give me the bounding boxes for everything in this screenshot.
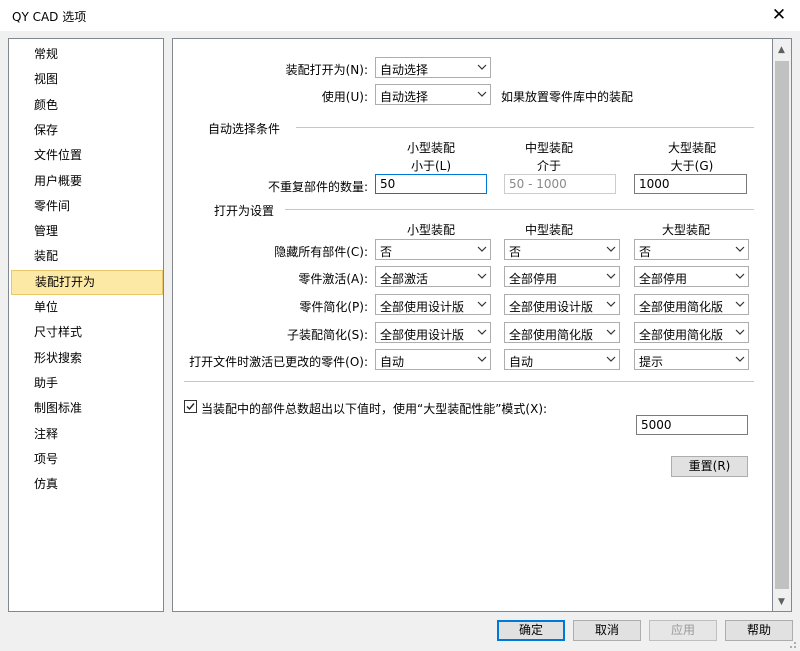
sidebar-item[interactable]: 文件位置 — [9, 143, 163, 168]
medium-range-input: 50 - 1000 — [504, 174, 616, 194]
open-header-small: 小型装配 — [406, 223, 455, 237]
use-hint: 如果放置零件库中的装配 — [501, 90, 634, 104]
scroll-up-icon[interactable]: ▲ — [773, 41, 790, 59]
check-icon — [186, 403, 195, 411]
open-setting-select[interactable]: 自动 — [504, 349, 620, 370]
sidebar-item[interactable]: 形状搜索 — [9, 346, 163, 371]
open-row-label: 零件简化(P): — [299, 300, 368, 314]
scrollbar-thumb[interactable] — [775, 61, 789, 589]
cancel-button[interactable]: 取消 — [573, 620, 641, 641]
chevron-down-icon — [606, 329, 616, 335]
chevron-down-icon — [477, 91, 487, 97]
chevron-down-icon — [477, 64, 487, 70]
use-label: 使用(U): — [321, 90, 368, 104]
sidebar-item[interactable]: 助手 — [9, 371, 163, 396]
count-label: 不重复部件的数量: — [267, 180, 368, 194]
sidebar-item[interactable]: 装配 — [9, 244, 163, 269]
chevron-down-icon — [735, 273, 745, 279]
sidebar-item[interactable]: 尺寸样式 — [9, 320, 163, 345]
chevron-down-icon — [735, 246, 745, 252]
sidebar-item[interactable]: 常规 — [9, 42, 163, 67]
open-setting-select[interactable]: 全部使用设计版 — [375, 294, 491, 315]
large-threshold-input[interactable]: 1000 — [634, 174, 747, 194]
large-mode-label: 当装配中的部件总数超出以下值时，使用“大型装配性能”模式(X): — [201, 402, 548, 416]
large-mode-checkbox[interactable] — [184, 400, 197, 413]
close-icon[interactable]: ✕ — [768, 4, 790, 26]
vertical-scrollbar[interactable]: ▲ ▼ — [773, 38, 792, 612]
open-header-medium: 中型装配 — [524, 223, 573, 237]
chevron-down-icon — [477, 301, 487, 307]
open-section-title: 打开为设置 — [214, 204, 275, 218]
open-setting-select[interactable]: 全部使用简化版 — [634, 294, 749, 315]
sidebar-item[interactable]: 保存 — [9, 118, 163, 143]
chevron-down-icon — [477, 246, 487, 252]
sidebar-item[interactable]: 装配打开为 — [11, 269, 163, 295]
resize-grip-icon[interactable] — [786, 638, 798, 650]
help-button[interactable]: 帮助 — [725, 620, 793, 641]
chevron-down-icon — [735, 301, 745, 307]
scroll-down-icon[interactable]: ▼ — [773, 593, 790, 611]
open-as-select[interactable]: 自动选择 — [375, 57, 491, 78]
sidebar-item[interactable]: 颜色 — [9, 93, 163, 118]
chevron-down-icon — [477, 329, 487, 335]
chevron-down-icon — [606, 356, 616, 362]
chevron-down-icon — [606, 246, 616, 252]
chevron-down-icon — [606, 273, 616, 279]
auto-op-large: 大于(G) — [670, 159, 714, 173]
open-row-label: 子装配简化(S): — [286, 328, 368, 342]
auto-section-title: 自动选择条件 — [208, 122, 281, 136]
open-setting-select[interactable]: 全部使用设计版 — [375, 322, 491, 343]
open-setting-select[interactable]: 否 — [504, 239, 620, 260]
use-select[interactable]: 自动选择 — [375, 84, 491, 105]
apply-button: 应用 — [649, 620, 717, 641]
auto-header-large: 大型装配 — [667, 141, 716, 155]
open-setting-select[interactable]: 全部使用简化版 — [634, 322, 749, 343]
open-section-rule — [285, 209, 754, 210]
open-header-large: 大型装配 — [661, 223, 710, 237]
chevron-down-icon — [606, 301, 616, 307]
open-setting-select[interactable]: 否 — [375, 239, 491, 260]
sidebar-item[interactable]: 零件间 — [9, 194, 163, 219]
large-mode-rule — [184, 381, 754, 382]
window-title: QY CAD 选项 — [12, 10, 87, 24]
open-row-label: 隐藏所有部件(C): — [274, 245, 368, 259]
auto-header-medium: 中型装配 — [524, 141, 573, 155]
sidebar-item[interactable]: 注释 — [9, 422, 163, 447]
open-setting-select[interactable]: 全部停用 — [504, 266, 620, 287]
auto-op-medium: 介于 — [536, 159, 561, 173]
open-setting-select[interactable]: 全部激活 — [375, 266, 491, 287]
auto-header-small: 小型装配 — [406, 141, 455, 155]
sidebar-item[interactable]: 项号 — [9, 447, 163, 472]
open-setting-select[interactable]: 全部使用设计版 — [504, 294, 620, 315]
sidebar-item[interactable]: 用户概要 — [9, 169, 163, 194]
sidebar-item[interactable]: 管理 — [9, 219, 163, 244]
large-mode-threshold-input[interactable]: 5000 — [636, 415, 748, 435]
open-setting-select[interactable]: 提示 — [634, 349, 749, 370]
chevron-down-icon — [735, 356, 745, 362]
open-setting-select[interactable]: 全部使用简化版 — [504, 322, 620, 343]
auto-section-rule — [296, 127, 754, 128]
reset-button[interactable]: 重置(R) — [671, 456, 748, 477]
chevron-down-icon — [735, 329, 745, 335]
chevron-down-icon — [477, 356, 487, 362]
sidebar-item[interactable]: 视图 — [9, 67, 163, 92]
options-dialog: QY CAD 选项 ✕ 常规 视图 颜色 保存 文件位置 用户概要 零件间 管理 装配 装配打开为… — [0, 0, 800, 651]
open-row-label: 零件激活(A): — [298, 272, 368, 286]
sidebar-item[interactable]: 制图标准 — [9, 396, 163, 421]
sidebar-item[interactable]: 仿真 — [9, 472, 163, 497]
open-as-label: 装配打开为(N): — [285, 63, 368, 77]
ok-button[interactable]: 确定 — [497, 620, 565, 641]
open-setting-select[interactable]: 否 — [634, 239, 749, 260]
auto-op-small: 小于(L) — [410, 159, 452, 173]
sidebar-item[interactable]: 单位 — [9, 295, 163, 320]
small-threshold-input[interactable]: 50 — [375, 174, 487, 194]
title-bar: QY CAD 选项 ✕ — [0, 0, 800, 31]
open-setting-select[interactable]: 自动 — [375, 349, 491, 370]
open-setting-select[interactable]: 全部停用 — [634, 266, 749, 287]
chevron-down-icon — [477, 273, 487, 279]
open-row-label: 打开文件时激活已更改的零件(O): — [189, 355, 368, 369]
category-list[interactable]: 常规 视图 颜色 保存 文件位置 用户概要 零件间 管理 装配 装配打开为 单位 尺寸样式 形状搜索 助手… — [8, 38, 164, 612]
